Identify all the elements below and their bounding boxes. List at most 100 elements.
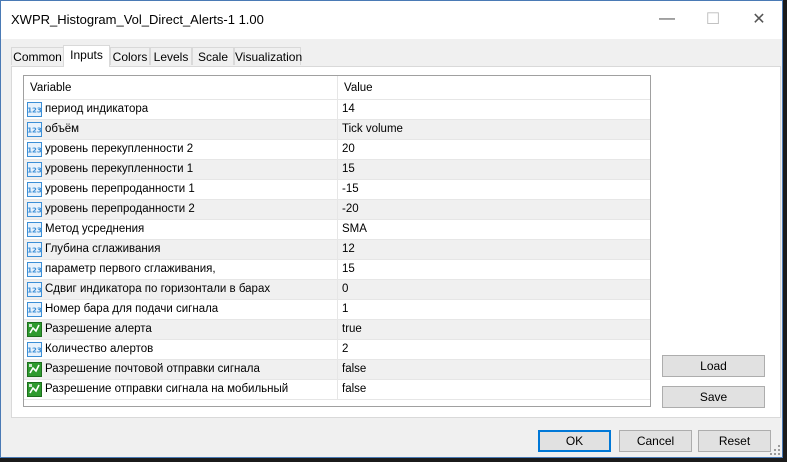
boolean-flag-icon — [27, 362, 42, 377]
tab-common[interactable]: Common — [11, 47, 64, 65]
variable-name: параметр первого сглаживания, — [45, 263, 216, 275]
inputs-panel: Variable Value 123 период индикатора 14 123… — [11, 66, 781, 418]
grid-header: Variable Value — [24, 76, 650, 100]
svg-text:123: 123 — [27, 187, 42, 195]
tab-colors[interactable]: Colors — [110, 47, 150, 65]
numeric-123-icon: 123 — [27, 262, 42, 277]
value-cell[interactable]: SMA — [338, 220, 650, 239]
tab-inputs[interactable]: Inputs — [63, 45, 110, 67]
tab-scale[interactable]: Scale — [192, 47, 234, 65]
table-row[interactable]: 123 уровень перепроданности 1 -15 — [24, 180, 650, 200]
table-row[interactable]: Разрешение алерта true — [24, 320, 650, 340]
svg-text:123: 123 — [27, 107, 42, 115]
value-text: false — [342, 363, 367, 375]
svg-text:123: 123 — [27, 227, 42, 235]
value-cell[interactable]: false — [338, 360, 650, 379]
minimize-button[interactable]: — — [644, 1, 690, 37]
variable-name: Сдвиг индикатора по горизонтали в барах — [45, 283, 271, 295]
value-cell[interactable]: false — [338, 380, 650, 399]
variable-cell: 123 Глубина сглаживания — [24, 240, 338, 259]
value-cell[interactable]: 12 — [338, 240, 650, 259]
table-row[interactable]: 123 уровень перекупленности 2 20 — [24, 140, 650, 160]
variable-cell: 123 уровень перепроданности 1 — [24, 180, 338, 199]
value-text: -15 — [342, 183, 359, 195]
value-text: 0 — [342, 283, 349, 295]
table-row[interactable]: 123 Количество алертов 2 — [24, 340, 650, 360]
value-cell[interactable]: -20 — [338, 200, 650, 219]
variable-name: уровень перепроданности 1 — [45, 183, 195, 195]
numeric-123-icon: 123 — [27, 302, 42, 317]
numeric-123-icon: 123 — [27, 282, 42, 297]
variable-cell: 123 уровень перекупленности 2 — [24, 140, 338, 159]
table-row[interactable]: Разрешение почтовой отправки сигнала fals… — [24, 360, 650, 380]
numeric-123-icon: 123 — [27, 202, 42, 217]
value-cell[interactable]: 0 — [338, 280, 650, 299]
value-text: 1 — [342, 303, 349, 315]
variable-name: Разрешение почтовой отправки сигнала — [45, 363, 260, 375]
reset-button[interactable]: Reset — [698, 430, 771, 452]
tab-visualization[interactable]: Visualization — [234, 47, 302, 65]
variable-name: период индикатора — [45, 103, 149, 115]
cancel-button[interactable]: Cancel — [619, 430, 692, 452]
svg-text:123: 123 — [27, 287, 42, 295]
close-button[interactable]: ✕ — [736, 1, 782, 37]
value-text: Tick volume — [342, 123, 403, 135]
save-button[interactable]: Save — [662, 386, 765, 408]
table-row[interactable]: 123 Глубина сглаживания 12 — [24, 240, 650, 260]
value-text: 15 — [342, 263, 355, 275]
svg-text:123: 123 — [27, 147, 42, 155]
svg-text:123: 123 — [27, 307, 42, 315]
variable-name: Номер бара для подачи сигнала — [45, 303, 219, 315]
inputs-grid: Variable Value 123 период индикатора 14 123… — [23, 75, 651, 407]
svg-text:123: 123 — [27, 207, 42, 215]
numeric-123-icon: 123 — [27, 182, 42, 197]
value-cell[interactable]: -15 — [338, 180, 650, 199]
value-cell[interactable]: 15 — [338, 160, 650, 179]
value-cell[interactable]: 20 — [338, 140, 650, 159]
variable-name: уровень перепроданности 2 — [45, 203, 195, 215]
value-text: 20 — [342, 143, 355, 155]
variable-cell: 123 объём — [24, 120, 338, 139]
variable-name: Глубина сглаживания — [45, 243, 161, 255]
boolean-flag-icon — [27, 382, 42, 397]
ok-button[interactable]: OK — [538, 430, 611, 452]
table-row[interactable]: Разрешение отправки сигнала на мобильный… — [24, 380, 650, 400]
variable-cell: 123 период индикатора — [24, 100, 338, 119]
variable-name: Метод усреднения — [45, 223, 145, 235]
resize-grip-icon[interactable] — [768, 443, 782, 457]
maximize-button[interactable]: ☐ — [690, 1, 736, 37]
svg-text:123: 123 — [27, 347, 42, 355]
column-header-variable[interactable]: Variable — [24, 76, 338, 99]
table-row[interactable]: 123 Сдвиг индикатора по горизонтали в бар… — [24, 280, 650, 300]
value-cell[interactable]: 14 — [338, 100, 650, 119]
value-text: SMA — [342, 223, 367, 235]
table-row[interactable]: 123 параметр первого сглаживания, 15 — [24, 260, 650, 280]
variable-cell: 123 параметр первого сглаживания, — [24, 260, 338, 279]
svg-text:123: 123 — [27, 267, 42, 275]
svg-text:123: 123 — [27, 247, 42, 255]
value-cell[interactable]: 1 — [338, 300, 650, 319]
table-row[interactable]: 123 уровень перекупленности 1 15 — [24, 160, 650, 180]
title-bar[interactable]: XWPR_Histogram_Vol_Direct_Alerts-1 1.00 … — [1, 1, 782, 39]
load-button[interactable]: Load — [662, 355, 765, 377]
numeric-123-icon: 123 — [27, 162, 42, 177]
table-row[interactable]: 123 Метод усреднения SMA — [24, 220, 650, 240]
value-text: -20 — [342, 203, 359, 215]
variable-cell: 123 уровень перепроданности 2 — [24, 200, 338, 219]
tab-levels[interactable]: Levels — [150, 47, 192, 65]
table-row[interactable]: 123 Номер бара для подачи сигнала 1 — [24, 300, 650, 320]
table-row[interactable]: 123 период индикатора 14 — [24, 100, 650, 120]
value-cell[interactable]: true — [338, 320, 650, 339]
numeric-123-icon: 123 — [27, 122, 42, 137]
value-cell[interactable]: 2 — [338, 340, 650, 359]
numeric-123-icon: 123 — [27, 102, 42, 117]
value-cell[interactable]: Tick volume — [338, 120, 650, 139]
svg-text:123: 123 — [27, 127, 42, 135]
value-cell[interactable]: 15 — [338, 260, 650, 279]
table-row[interactable]: 123 объём Tick volume — [24, 120, 650, 140]
value-text: false — [342, 383, 367, 395]
variable-cell: Разрешение отправки сигнала на мобильный — [24, 380, 338, 399]
maximize-icon: ☐ — [705, 11, 721, 28]
column-header-value[interactable]: Value — [338, 76, 650, 99]
table-row[interactable]: 123 уровень перепроданности 2 -20 — [24, 200, 650, 220]
